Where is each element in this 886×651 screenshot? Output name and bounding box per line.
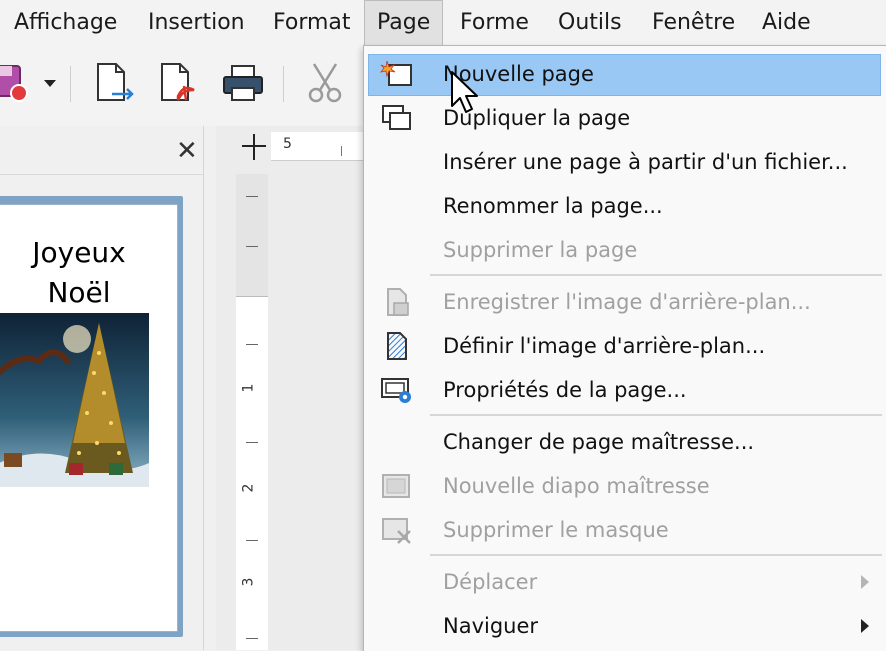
menu-separator [430, 274, 882, 276]
menu-item-label: Nouvelle diapo maîtresse [443, 474, 710, 498]
menu-item-label: Définir l'image d'arrière-plan... [443, 334, 766, 358]
menu-page[interactable]: Page [364, 0, 444, 45]
menu-item-label: Déplacer [443, 570, 538, 594]
save-dropdown-button[interactable] [40, 60, 60, 106]
toolbar-separator [283, 66, 284, 102]
ruler-label: 5 [283, 136, 292, 152]
save-icon [0, 65, 28, 102]
menu-item-label: Renommer la page... [443, 194, 663, 218]
menu-item-deplacer[interactable]: Déplacer [364, 560, 886, 604]
menu-item-supprimer-page[interactable]: Supprimer la page [364, 228, 886, 272]
new-master-slide-icon [382, 474, 410, 498]
save-background-icon [387, 288, 409, 316]
ruler-margin [236, 174, 268, 297]
menu-item-label: Enregistrer l'image d'arrière-plan... [443, 290, 811, 314]
menu-item-label: Supprimer le masque [443, 518, 669, 542]
menu-outils[interactable]: Outils [546, 0, 634, 46]
slide-panel: ✕ Joyeux Noël [0, 126, 204, 650]
save-button[interactable] [0, 60, 38, 106]
menu-item-inserer-page-fichier[interactable]: Insérer une page à partir d'un fichier..… [364, 140, 886, 184]
menu-item-changer-page-maitresse[interactable]: Changer de page maîtresse... [364, 420, 886, 464]
new-page-icon [380, 60, 412, 86]
menu-separator [430, 414, 882, 416]
menu-item-dupliquer-page[interactable]: Dupliquer la page [364, 96, 886, 140]
delete-master-icon [382, 518, 411, 544]
menu-item-definir-image-arriere-plan[interactable]: Définir l'image d'arrière-plan... [364, 324, 886, 368]
export-pdf-button[interactable] [156, 60, 202, 106]
ruler-label: 3 [240, 577, 257, 587]
ruler-label: 2 [240, 483, 257, 493]
printer-icon [223, 65, 263, 101]
scissors-icon [308, 63, 342, 103]
menu-item-label: Propriétés de la page... [443, 378, 687, 402]
menu-item-nouvelle-page[interactable]: Nouvelle page [364, 52, 886, 96]
thumbnail-title-line2: Noël [47, 276, 111, 309]
page-properties-icon [381, 378, 411, 403]
menu-item-naviguer[interactable]: Naviguer [364, 604, 886, 648]
menu-insertion[interactable]: Insertion [136, 0, 257, 46]
vertical-ruler[interactable]: 1 2 3 [236, 174, 268, 650]
menu-bar: Affichage Insertion Format Page Forme Ou… [0, 0, 886, 46]
export-icon [97, 63, 134, 101]
menu-affichage[interactable]: Affichage [2, 0, 129, 46]
menu-item-renommer-page[interactable]: Renommer la page... [364, 184, 886, 228]
menu-item-nouvelle-diapo-maitresse[interactable]: Nouvelle diapo maîtresse [364, 464, 886, 508]
menu-format[interactable]: Format [261, 0, 363, 46]
thumbnail-title: Joyeux Noël [0, 233, 167, 313]
panel-gap [204, 126, 216, 650]
chevron-down-icon [44, 80, 56, 87]
menu-fenetre[interactable]: Fenêtre [640, 0, 747, 46]
menu-item-label: Insérer une page à partir d'un fichier..… [443, 150, 848, 174]
cut-button[interactable] [302, 60, 348, 106]
menu-item-label: Naviguer [443, 614, 539, 638]
print-button[interactable] [220, 60, 266, 106]
menu-item-label: Supprimer la page [443, 238, 638, 262]
close-icon[interactable]: ✕ [176, 136, 198, 166]
ruler-origin-icon [242, 134, 266, 160]
christmas-tree-image [0, 313, 149, 487]
panel-divider [0, 174, 203, 175]
export-button[interactable] [92, 60, 138, 106]
menu-aide[interactable]: Aide [750, 0, 823, 46]
thumbnail-title-line1: Joyeux [32, 236, 126, 269]
ruler-label: 1 [240, 383, 257, 393]
menu-item-proprietes-page[interactable]: Propriétés de la page... [364, 368, 886, 412]
toolbar-separator [70, 66, 71, 102]
slide-thumbnail[interactable]: Joyeux Noël [0, 204, 178, 632]
submenu-arrow-icon [861, 619, 869, 633]
duplicate-page-icon [382, 105, 411, 130]
menu-item-supprimer-masque[interactable]: Supprimer le masque [364, 508, 886, 552]
set-background-icon [387, 332, 407, 360]
page-menu-dropdown: Nouvelle page Dupliquer la page Insérer … [363, 45, 886, 651]
menu-item-enregistrer-image-arriere-plan[interactable]: Enregistrer l'image d'arrière-plan... [364, 280, 886, 324]
pdf-icon [161, 63, 195, 101]
menu-forme[interactable]: Forme [448, 0, 541, 46]
submenu-arrow-icon [861, 575, 869, 589]
menu-item-label: Changer de page maîtresse... [443, 430, 755, 454]
menu-separator [430, 554, 882, 556]
mouse-cursor-icon [451, 71, 478, 113]
